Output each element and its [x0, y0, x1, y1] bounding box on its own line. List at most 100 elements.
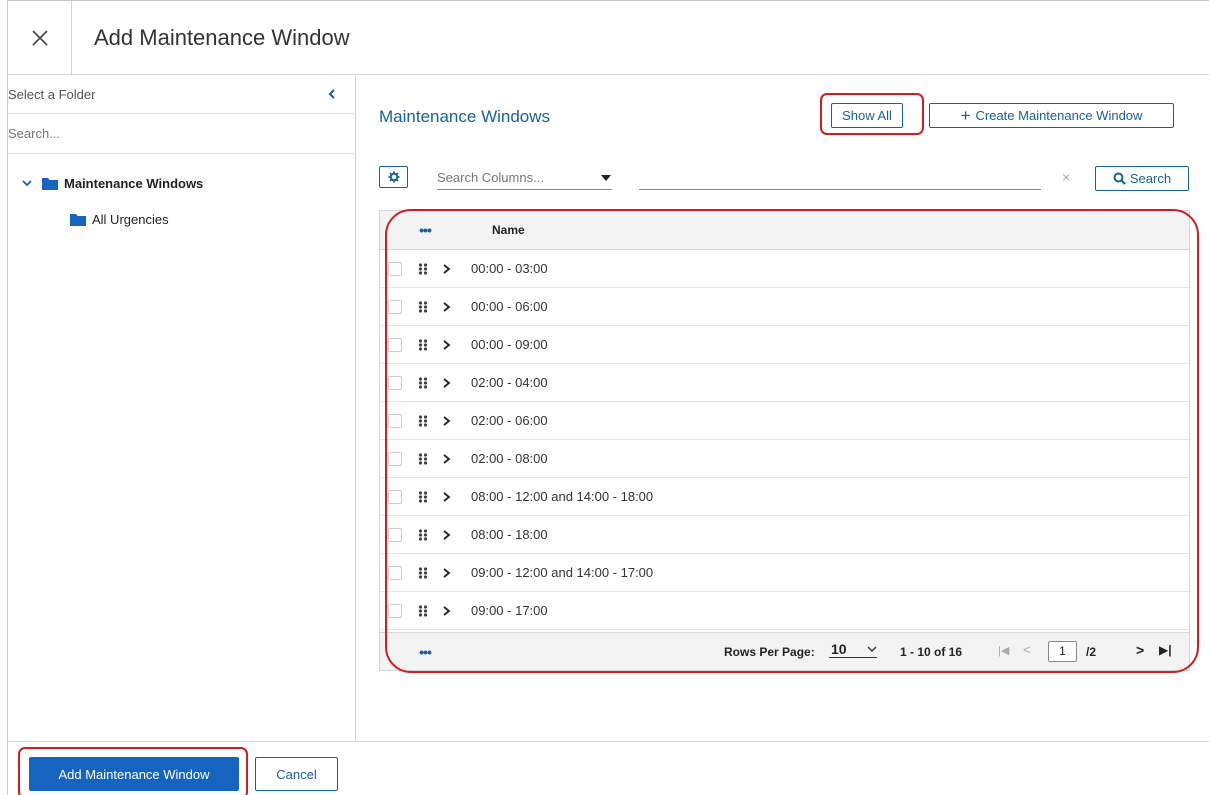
chevron-right-icon[interactable]: [442, 339, 451, 350]
search-term-input[interactable]: [639, 166, 1041, 188]
row-name: 09:00 - 17:00: [471, 603, 548, 618]
chevron-down-icon[interactable]: [20, 176, 34, 190]
row-name: 00:00 - 03:00: [471, 261, 548, 276]
column-header-name[interactable]: Name: [492, 223, 525, 237]
next-page-icon[interactable]: >: [1136, 642, 1144, 658]
chevron-right-icon[interactable]: [442, 415, 451, 426]
row-name: 02:00 - 04:00: [471, 375, 548, 390]
search-term-field: [639, 166, 1041, 190]
row-checkbox[interactable]: [388, 527, 402, 542]
search-button[interactable]: Search: [1095, 166, 1189, 191]
chevron-right-icon[interactable]: [442, 567, 451, 578]
folder-search: [8, 114, 355, 154]
row-checkbox[interactable]: [388, 375, 402, 390]
row-name: 08:00 - 18:00: [471, 527, 548, 542]
table-row[interactable]: 09:00 - 17:00: [380, 592, 1189, 630]
chevron-left-icon[interactable]: [325, 87, 339, 101]
table-row[interactable]: 00:00 - 06:00: [380, 288, 1189, 326]
row-name: 02:00 - 08:00: [471, 451, 548, 466]
drag-handle-icon[interactable]: [418, 566, 428, 579]
sidebar-label: Select a Folder: [8, 87, 96, 102]
dialog-footer: Add Maintenance Window Cancel: [8, 741, 1209, 795]
table-row[interactable]: 02:00 - 06:00: [380, 402, 1189, 440]
search-columns-input[interactable]: [437, 170, 587, 185]
page-total: /2: [1086, 645, 1097, 659]
row-checkbox[interactable]: [388, 489, 402, 504]
footer-menu-icon[interactable]: •••: [416, 644, 434, 660]
gear-icon: [388, 171, 399, 183]
grid-header: ••• Name: [380, 211, 1189, 250]
drag-handle-icon[interactable]: [418, 262, 428, 275]
row-checkbox[interactable]: [388, 261, 402, 276]
add-maintenance-window-button[interactable]: Add Maintenance Window: [29, 757, 239, 791]
folder-icon: [70, 213, 86, 226]
table-row[interactable]: 00:00 - 09:00: [380, 326, 1189, 364]
rows-per-page-select[interactable]: 10: [829, 641, 877, 658]
drag-handle-icon[interactable]: [418, 376, 428, 389]
table-row[interactable]: 02:00 - 04:00: [380, 364, 1189, 402]
create-button-label: Create Maintenance Window: [975, 108, 1143, 123]
grid-body: 00:00 - 03:00 00:00 - 06:00 00:00 - 09:00 0…: [380, 250, 1189, 630]
drag-handle-icon[interactable]: [418, 452, 428, 465]
close-button[interactable]: [8, 0, 72, 75]
folder-search-input[interactable]: [8, 118, 355, 149]
folder-sidebar: Select a Folder Maintenance Windows: [8, 76, 356, 741]
table-row[interactable]: 00:00 - 03:00: [380, 250, 1189, 288]
chevron-right-icon[interactable]: [442, 453, 451, 464]
row-name: 00:00 - 06:00: [471, 299, 548, 314]
drag-handle-icon[interactable]: [418, 414, 428, 427]
drag-handle-icon[interactable]: [418, 338, 428, 351]
row-checkbox[interactable]: [388, 451, 402, 466]
caret-down-icon[interactable]: [601, 174, 611, 182]
show-all-button[interactable]: Show All: [831, 103, 903, 128]
search-icon: [1113, 172, 1126, 185]
row-checkbox[interactable]: [388, 603, 402, 618]
page-title: Maintenance Windows: [379, 107, 551, 126]
previous-page-icon[interactable]: <: [1023, 642, 1031, 657]
chevron-right-icon[interactable]: [442, 605, 451, 616]
tree-item-maintenance-windows[interactable]: Maintenance Windows: [8, 172, 355, 194]
tree-item-label: Maintenance Windows: [64, 175, 204, 191]
maintenance-window-grid: ••• Name 00:00 - 03:00 00:00 - 06:00 00:00…: [379, 210, 1190, 671]
clear-search-icon[interactable]: ×: [1062, 169, 1070, 185]
chevron-right-icon[interactable]: [442, 263, 451, 274]
grid-footer: ••• Rows Per Page: 10 1 - 10 of 16 |◀ < …: [380, 632, 1189, 670]
table-row[interactable]: 08:00 - 12:00 and 14:00 - 18:00: [380, 478, 1189, 516]
row-checkbox[interactable]: [388, 337, 402, 352]
pagination-range: 1 - 10 of 16: [900, 645, 963, 659]
chevron-right-icon[interactable]: [442, 377, 451, 388]
close-icon: [31, 29, 48, 46]
last-page-icon[interactable]: ▶|: [1159, 643, 1172, 657]
row-checkbox[interactable]: [388, 413, 402, 428]
plus-icon: +: [960, 106, 971, 125]
first-page-icon[interactable]: |◀: [998, 644, 1009, 657]
sidebar-header: Select a Folder: [8, 76, 355, 114]
page-number-input[interactable]: 1: [1048, 641, 1077, 662]
tree-item-all-urgencies[interactable]: All Urgencies: [8, 208, 355, 230]
column-select[interactable]: [437, 166, 612, 190]
chevron-right-icon[interactable]: [442, 491, 451, 502]
table-row[interactable]: 08:00 - 18:00: [380, 516, 1189, 554]
create-maintenance-window-button[interactable]: + Create Maintenance Window: [929, 103, 1174, 128]
drag-handle-icon[interactable]: [418, 300, 428, 313]
add-maintenance-window-dialog: Add Maintenance Window Select a Folder M…: [7, 0, 1209, 795]
table-row[interactable]: 09:00 - 12:00 and 14:00 - 17:00: [380, 554, 1189, 592]
column-settings-button[interactable]: [379, 166, 408, 188]
rows-per-page-label: Rows Per Page:: [724, 645, 815, 659]
chevron-right-icon[interactable]: [442, 301, 451, 312]
rows-per-page-value: 10: [831, 641, 847, 657]
cancel-button[interactable]: Cancel: [255, 757, 338, 791]
row-name: 08:00 - 12:00 and 14:00 - 18:00: [471, 489, 654, 504]
drag-handle-icon[interactable]: [418, 604, 428, 617]
table-row[interactable]: 02:00 - 08:00: [380, 440, 1189, 478]
row-checkbox[interactable]: [388, 565, 402, 580]
folder-icon: [42, 177, 58, 190]
chevron-right-icon[interactable]: [442, 529, 451, 540]
row-checkbox[interactable]: [388, 299, 402, 314]
dialog-title: Add Maintenance Window: [94, 24, 350, 50]
tree-item-label: All Urgencies: [92, 211, 169, 227]
grid-search-bar: × Search: [379, 166, 1189, 192]
drag-handle-icon[interactable]: [418, 528, 428, 541]
column-menu-icon[interactable]: •••: [416, 222, 434, 238]
drag-handle-icon[interactable]: [418, 490, 428, 503]
